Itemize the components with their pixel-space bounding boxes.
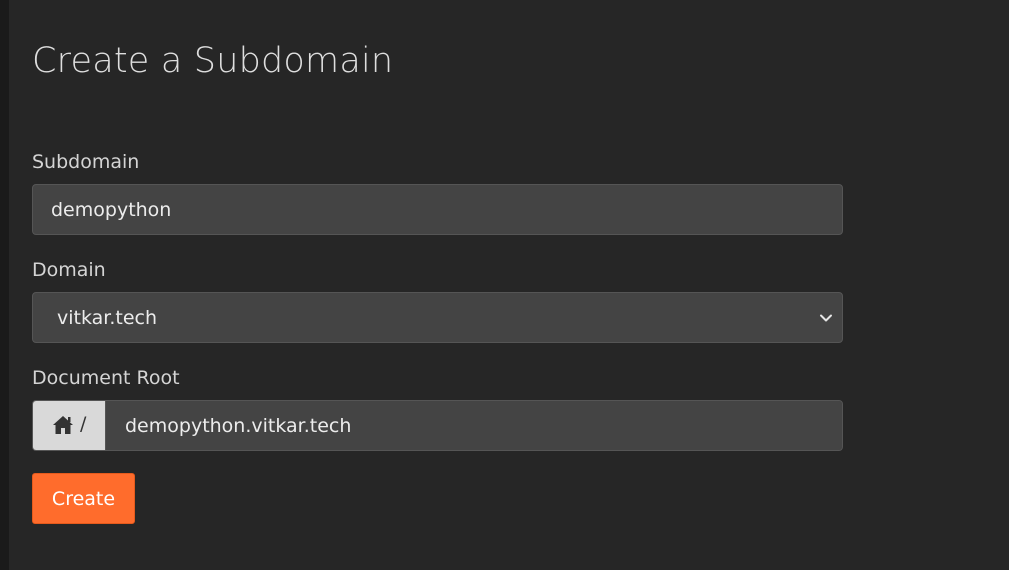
document-root-label: Document Root [32, 367, 180, 389]
domain-select[interactable]: vitkar.tech [32, 292, 843, 343]
document-root-input[interactable] [106, 401, 842, 450]
chevron-down-icon [816, 308, 836, 328]
domain-label: Domain [32, 259, 106, 281]
left-edge-strip [0, 0, 9, 570]
subdomain-label: Subdomain [32, 151, 140, 173]
domain-select-value: vitkar.tech [57, 307, 158, 329]
create-subdomain-panel: Create a Subdomain Subdomain Domain vitk… [9, 0, 1009, 570]
document-root-input-group: / [32, 400, 843, 451]
page-title: Create a Subdomain [32, 41, 394, 81]
subdomain-input[interactable] [32, 184, 843, 235]
home-icon [52, 415, 74, 435]
path-separator: / [80, 413, 87, 435]
create-button[interactable]: Create [32, 473, 135, 524]
document-root-prefix: / [33, 401, 106, 450]
